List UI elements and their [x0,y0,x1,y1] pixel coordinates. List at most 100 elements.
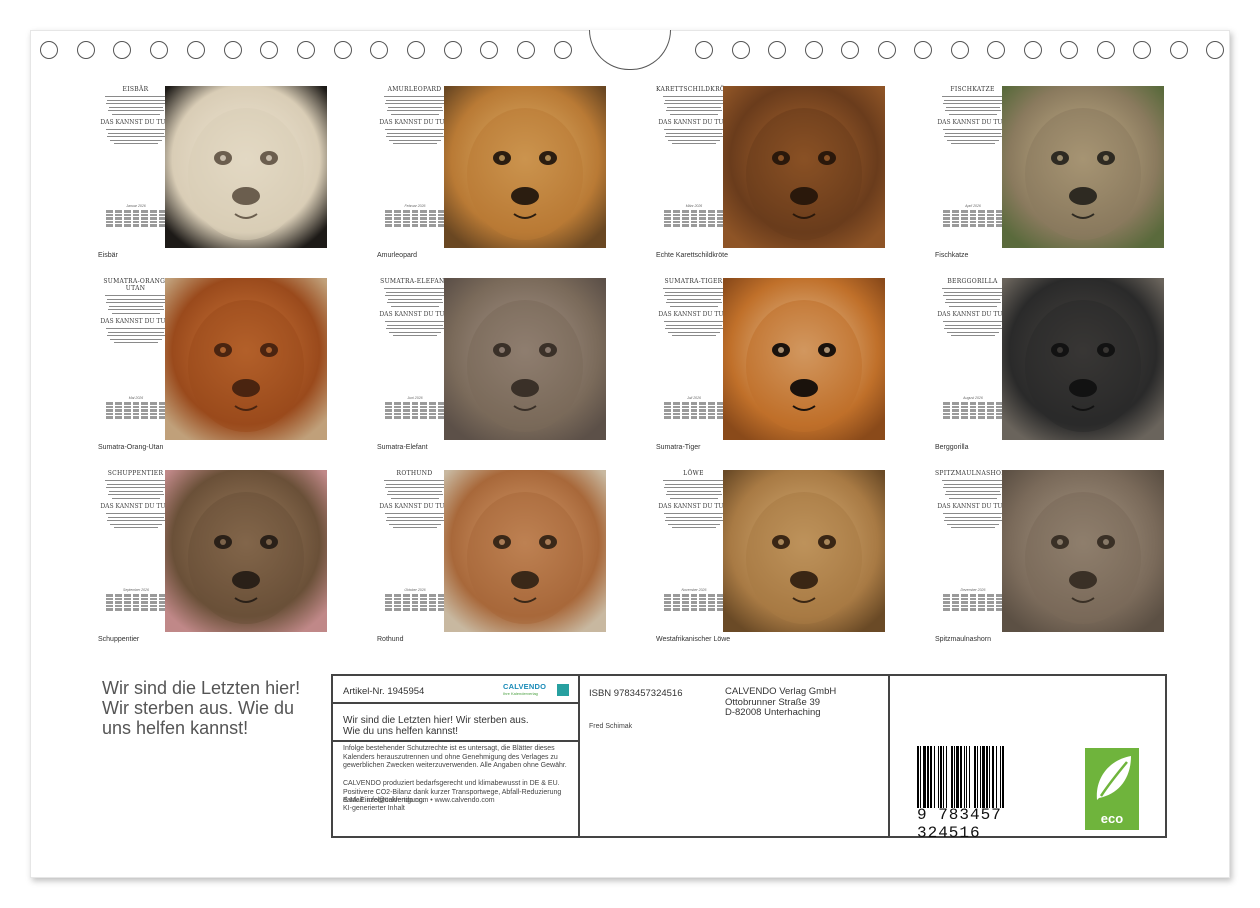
animal-photo [444,86,606,248]
animal-photo [723,470,885,632]
calendar-days [385,402,445,419]
calendar-month: März 2026 [685,204,703,208]
mini-calendar: Juli 2026 [664,396,724,424]
animal-portrait-image [444,86,606,248]
mini-calendar: September 2026 [106,588,166,616]
animal-title: EISBÄR [122,86,149,93]
body-text-lines [377,512,452,529]
binding-ring [1169,41,1188,59]
publisher-city: D-82008 Unterhaching [725,707,821,718]
animal-photo [1002,278,1164,440]
publisher-name: CALVENDO Verlag GmbH [725,686,837,697]
body-text-lines [656,128,731,145]
animal-caption: Berggorilla [935,444,969,451]
animal-title: AMURLEOPARD [387,86,442,93]
body-text-lines [935,320,1010,337]
month-text: AMURLEOPARD DAS KANNST DU TUN Februar 20… [377,86,452,248]
animal-caption: Schuppentier [98,636,140,643]
animal-portrait-image [444,278,606,440]
binding-ring [914,41,932,59]
isbn: ISBN 9783457324516 [589,688,683,699]
animal-photo [723,278,885,440]
action-heading: DAS KANNST DU TUN [658,502,729,510]
animal-caption: Westafrikanischer Löwe [656,636,731,643]
body-text-lines [656,96,731,115]
binding-ring [407,41,425,59]
ai-note: KI-generierter Inhalt [343,805,405,812]
calendar-days [664,594,724,611]
action-heading: DAS KANNST DU TUN [658,118,729,126]
animal-photo [1002,86,1164,248]
animal-caption: Fischkatze [935,252,969,259]
mini-calendar: Mai 2026 [106,396,166,424]
month-text: ROTHUND DAS KANNST DU TUN Oktober 2026 [377,470,452,632]
month-text: EISBÄR DAS KANNST DU TUN Januar 2026 [98,86,173,248]
mini-calendar: November 2026 [664,588,724,616]
animal-portrait-image [723,278,885,440]
animal-title: LÖWE [683,470,704,477]
body-text-lines [656,480,731,499]
calendar-month: Januar 2026 [126,204,146,208]
body-text-lines [377,288,452,307]
binding-ring [333,41,352,59]
article-number: Artikel-Nr. 1945954 [343,686,425,697]
animal-portrait-image [723,86,885,248]
calendar-month: April 2026 [965,204,981,208]
month-cell: KARETTSCHILDKRÖTE DAS KANNST DU TUN März… [656,86,896,266]
animal-portrait-image [165,86,327,248]
animal-photo [165,86,327,248]
body-text-lines [656,512,731,529]
mini-calendar: Juni 2026 [385,396,445,424]
animal-portrait-image [1002,470,1164,632]
action-heading: DAS KANNST DU TUN [937,118,1008,126]
animal-portrait-image [1002,278,1164,440]
month-cell: LÖWE DAS KANNST DU TUN November 2026 Wes… [656,470,896,650]
month-text: FISCHKATZE DAS KANNST DU TUN April 2026 [935,86,1010,248]
legal-notice: Infolge bestehender Schutzrechte ist es … [343,745,567,769]
mini-calendar: Februar 2026 [385,204,445,232]
binding-ring [1096,41,1115,59]
month-cell: SUMATRA-ORANG-UTAN DAS KANNST DU TUN Mai… [98,278,338,458]
animal-title: SUMATRA-TIGER [664,278,723,285]
binding-ring [877,41,896,59]
calendar-month: September 2026 [123,588,149,592]
body-text-lines [377,480,452,499]
mini-calendar: Dezember 2026 [943,588,1003,616]
month-cell: FISCHKATZE DAS KANNST DU TUN April 2026 [935,86,1175,266]
divider [578,676,580,836]
calendar-days [943,402,1003,419]
mini-calendar: April 2026 [943,204,1003,232]
barcode-bars [917,746,1047,808]
eco-badge: eco [1085,748,1139,830]
body-text-lines [98,480,173,499]
binding-ring [150,41,169,59]
calendar-days [385,594,445,611]
calendar-month: Oktober 2026 [404,588,426,592]
binding-ring [950,41,969,59]
calendar-month: Juli 2026 [686,396,701,400]
calendar-days [106,402,166,419]
isbn-barcode: 9 783457 324516 [917,746,1047,842]
month-cell: AMURLEOPARD DAS KANNST DU TUN Februar 20… [377,86,617,266]
month-text: SCHUPPENTIER DAS KANNST DU TUN September… [98,470,173,632]
binding-ring [40,41,58,59]
mini-calendar: Januar 2026 [106,204,166,232]
month-text: SUMATRA-ELEFANT DAS KANNST DU TUN Juni 2… [377,278,452,440]
action-heading: DAS KANNST DU TUN [379,502,450,510]
binding-ring [1206,41,1224,59]
body-text-lines [935,512,1010,529]
mini-calendar: Oktober 2026 [385,588,445,616]
body-text-lines [98,512,173,529]
binding-ring [1060,41,1078,59]
body-text-lines [656,288,731,307]
binding-ring [695,41,713,59]
body-text-lines [98,327,173,344]
animal-title: BERGGORILLA [947,278,998,285]
calendar-month: Mai 2026 [128,396,144,400]
animal-photo [444,470,606,632]
animal-title: SUMATRA-ORANG-UTAN [103,278,168,292]
cover-title: Wir sind die Letzten hier! Wir sterben a… [102,678,301,738]
action-heading: DAS KANNST DU TUN [379,118,450,126]
body-text-lines [377,128,452,145]
leaf-icon [1096,756,1131,800]
